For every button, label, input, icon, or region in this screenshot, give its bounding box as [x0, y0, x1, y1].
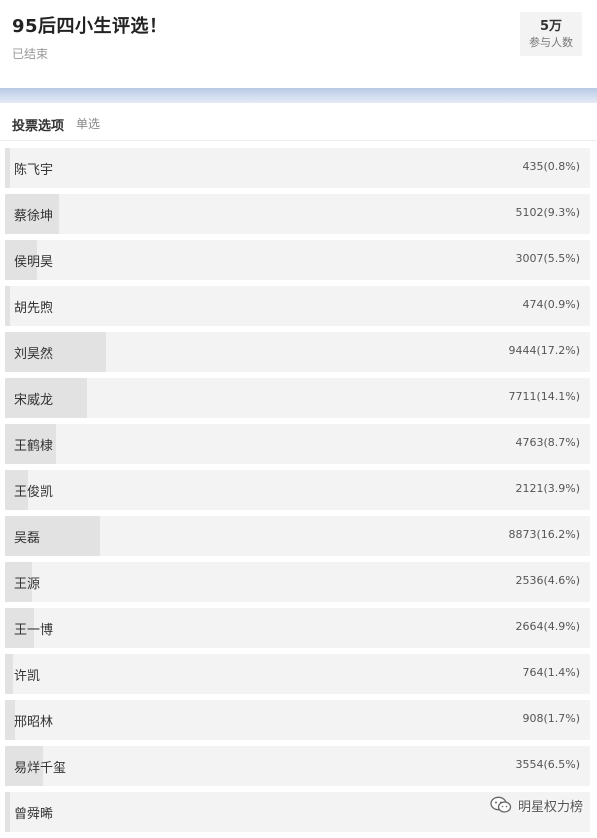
participants-stat: 5万 参与人数	[520, 12, 582, 56]
poll-options-list: 陈飞宇 435(0.8%) 蔡徐坤 5102(9.3%) 侯明昊 3007(5.5%) 胡先…	[0, 148, 597, 838]
participants-count: 5万	[539, 19, 563, 34]
option-name: 易烊千玺	[14, 761, 67, 776]
vote-share-bar	[5, 286, 11, 326]
option-result: 764(1.4%)	[522, 666, 580, 679]
poll-option[interactable]: 胡先煦 474(0.9%)	[5, 286, 590, 326]
option-name: 曾舜晞	[14, 807, 54, 822]
option-name: 陈飞宇	[14, 163, 54, 178]
vote-share-bar	[5, 654, 14, 694]
poll-option[interactable]: 陈飞宇 435(0.8%)	[5, 148, 590, 188]
wechat-icon	[490, 796, 512, 813]
option-result: 3554(6.5%)	[515, 758, 580, 771]
poll-status: 已结束	[12, 47, 49, 61]
option-result: 908(1.7%)	[522, 712, 580, 725]
poll-option[interactable]: 王一博 2664(4.9%)	[5, 608, 590, 648]
option-result: 3007(5.5%)	[515, 252, 580, 265]
option-result: 5102(9.3%)	[515, 206, 580, 219]
selection-type: 单选	[76, 117, 101, 131]
vote-share-bar	[5, 792, 10, 832]
option-result: 435(0.8%)	[522, 160, 580, 173]
option-result: 2121(3.9%)	[515, 482, 580, 495]
poll-option[interactable]: 刘昊然 9444(17.2%)	[5, 332, 590, 372]
option-name: 蔡徐坤	[14, 209, 54, 224]
poll-option[interactable]: 王源 2536(4.6%)	[5, 562, 590, 602]
options-section-header: 投票选项 单选	[0, 103, 597, 141]
option-result: 2664(4.9%)	[515, 620, 580, 633]
option-name: 邢昭林	[14, 715, 54, 730]
option-name: 王鹤棣	[14, 439, 54, 454]
vote-share-bar	[5, 148, 10, 188]
options-title: 投票选项	[12, 119, 65, 134]
divider-band	[0, 88, 597, 103]
poll-option[interactable]: 许凯 764(1.4%)	[5, 654, 590, 694]
option-result: 4763(8.7%)	[515, 436, 580, 449]
option-result: 2536(4.6%)	[515, 574, 580, 587]
option-name: 宋威龙	[14, 393, 54, 408]
poll-option[interactable]: 宋威龙 7711(14.1%)	[5, 378, 590, 418]
poll-option[interactable]: 王俊凯 2121(3.9%)	[5, 470, 590, 510]
option-name: 侯明昊	[14, 255, 54, 270]
poll-option[interactable]: 王鹤棣 4763(8.7%)	[5, 424, 590, 464]
watermark: 明星权力榜	[490, 794, 583, 816]
poll-option[interactable]: 易烊千玺 3554(6.5%)	[5, 746, 590, 786]
option-name: 刘昊然	[14, 347, 54, 362]
option-result: 7711(14.1%)	[508, 390, 580, 403]
option-name: 许凯	[14, 669, 41, 684]
option-name: 王源	[14, 577, 41, 592]
option-name: 王一博	[14, 623, 54, 638]
poll-title: 95后四小生评选！	[12, 16, 168, 37]
watermark-text: 明星权力榜	[517, 799, 583, 815]
option-result: 9444(17.2%)	[508, 344, 580, 357]
option-result: 474(0.9%)	[522, 298, 580, 311]
option-name: 王俊凯	[14, 485, 54, 500]
option-name: 吴磊	[14, 531, 41, 546]
poll-option[interactable]: 邢昭林 908(1.7%)	[5, 700, 590, 740]
option-result: 8873(16.2%)	[508, 528, 580, 541]
poll-header: 95后四小生评选！ 已结束 5万 参与人数	[0, 0, 597, 88]
poll-option[interactable]: 吴磊 8873(16.2%)	[5, 516, 590, 556]
poll-option[interactable]: 侯明昊 3007(5.5%)	[5, 240, 590, 280]
participants-label: 参与人数	[529, 36, 573, 49]
poll-option[interactable]: 蔡徐坤 5102(9.3%)	[5, 194, 590, 234]
option-name: 胡先煦	[14, 301, 54, 316]
